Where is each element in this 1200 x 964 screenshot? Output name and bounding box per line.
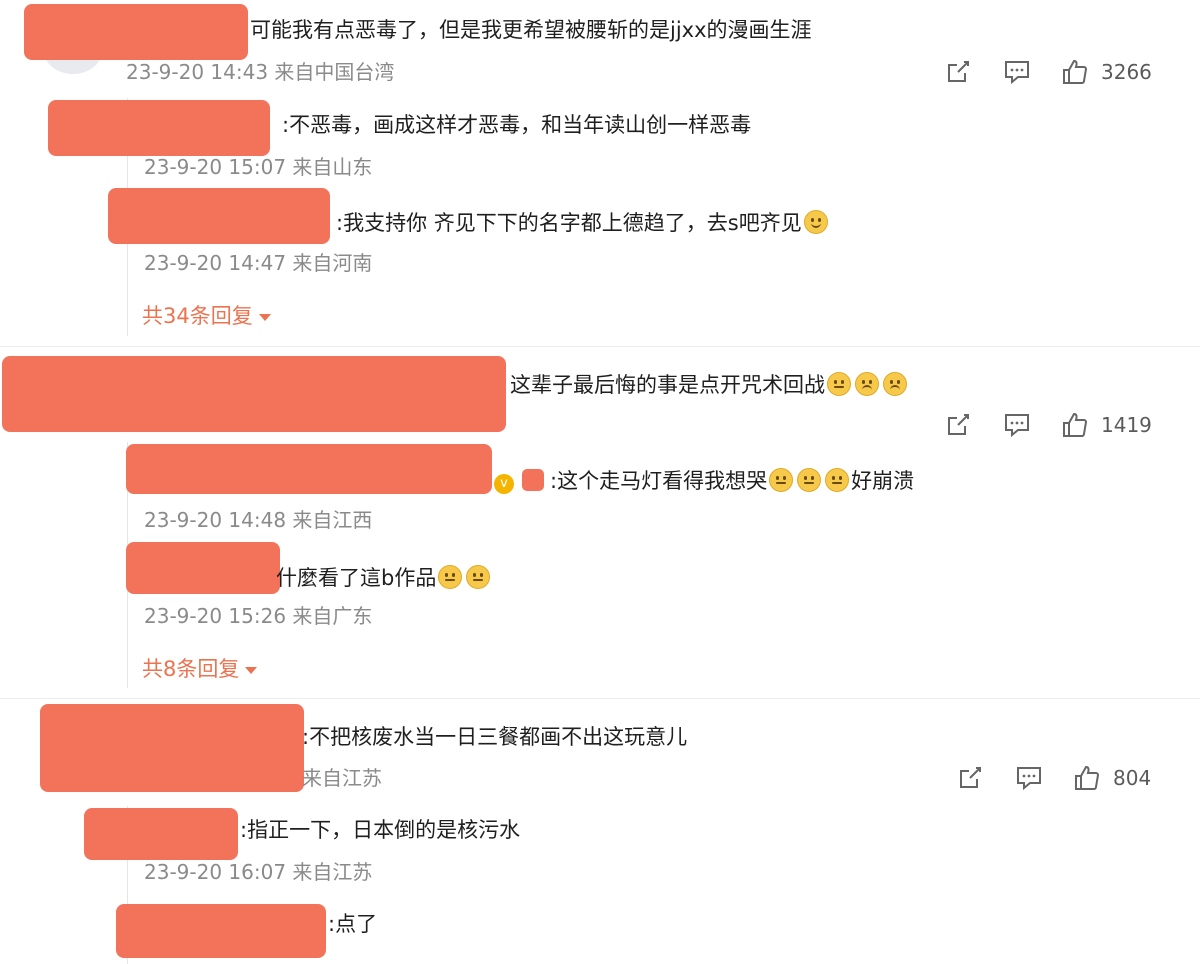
fan-badge-icon: [522, 469, 544, 491]
reply-text-content: 什麼看了這b作品: [276, 566, 437, 590]
share-button[interactable]: [944, 58, 972, 86]
zipper-mouth-emoji-icon: [825, 468, 850, 492]
verified-badge-icon: v: [494, 474, 514, 494]
divider: [0, 346, 1200, 347]
share-icon: [948, 61, 969, 82]
share-button[interactable]: [956, 764, 984, 792]
comment-text: 这辈子最后悔的事是点开咒术回战: [510, 372, 909, 396]
reply-text: :点了: [328, 912, 378, 936]
upside-down-emoji-icon: [855, 372, 879, 396]
comment-button[interactable]: [1003, 58, 1031, 86]
reply-meta: 23-9-20 16:07 来自江苏: [144, 860, 373, 884]
redacted-username: [126, 542, 280, 594]
divider: [0, 698, 1200, 699]
caret-down-icon: [258, 313, 271, 321]
redacted-username: [48, 100, 270, 156]
like-button[interactable]: 3266: [1061, 58, 1152, 86]
share-icon: [960, 767, 981, 788]
caret-down-icon: [245, 666, 258, 674]
like-button[interactable]: 1419: [1061, 411, 1152, 439]
like-count: 804: [1113, 766, 1152, 790]
comment-icon: [1005, 61, 1029, 85]
redacted-username: [40, 704, 304, 792]
comment-meta: 23-9-20 14:43 来自中国台湾: [126, 60, 395, 84]
redacted-username: [108, 188, 330, 244]
comment-icon: [1005, 414, 1029, 438]
redacted-username: [24, 4, 248, 60]
comment-text-content: 这辈子最后悔的事是点开咒术回战: [510, 373, 825, 397]
redacted-username: [116, 904, 326, 958]
more-replies-link[interactable]: 共34条回复: [142, 306, 271, 327]
zipper-mouth-emoji-icon: [797, 468, 822, 492]
like-count: 1419: [1101, 413, 1152, 437]
reply-meta: 23-9-20 15:07 来自山东: [144, 155, 373, 179]
reply-text: :我支持你 齐见下下的名字都上德趋了，去s吧齐见: [336, 210, 830, 234]
redacted-username: [2, 356, 506, 432]
more-replies-label: 共34条回复: [142, 304, 253, 328]
redacted-username: [126, 444, 492, 494]
zipper-mouth-emoji-icon: [466, 565, 491, 589]
comment-meta: 来自江苏: [302, 766, 382, 790]
share-button[interactable]: [944, 411, 972, 439]
more-replies-label: 共8条回复: [142, 657, 240, 681]
like-icon: [1075, 765, 1100, 790]
like-count: 3266: [1101, 60, 1152, 84]
zipper-mouth-emoji-icon: [438, 565, 463, 589]
comment-button[interactable]: [1015, 764, 1043, 792]
redacted-username: [84, 808, 238, 860]
reply-text-suffix: 好崩溃: [851, 469, 915, 493]
reply-meta: 23-9-20 14:48 来自江西: [144, 508, 373, 532]
reply-text-content: :这个走马灯看得我想哭: [550, 469, 768, 493]
more-replies-link[interactable]: 共8条回复: [142, 657, 258, 681]
reply-text: 什麼看了這b作品: [276, 565, 492, 589]
share-icon: [948, 414, 969, 435]
comment-button[interactable]: [1003, 411, 1031, 439]
comment-icon: [1017, 767, 1041, 791]
reply-text: :不恶毒，画成这样才恶毒，和当年读山创一样恶毒: [282, 113, 752, 137]
like-button[interactable]: 804: [1073, 764, 1151, 792]
reply-meta: 23-9-20 15:26 来自广东: [144, 604, 373, 628]
reply-text: v :这个走马灯看得我想哭 好崩溃: [494, 468, 914, 494]
zipper-mouth-emoji-icon: [827, 372, 851, 396]
like-icon: [1063, 59, 1088, 84]
comment-text: :不把核废水当一日三餐都画不出这玩意儿: [302, 725, 688, 749]
comment-text: 可能我有点恶毒了，但是我更希望被腰斩的是jjxx的漫画生涯: [250, 18, 812, 42]
reply-text: :指正一下，日本倒的是核污水: [240, 818, 521, 842]
reply-text-content: :我支持你 齐见下下的名字都上德趋了，去s吧齐见: [336, 211, 802, 235]
like-icon: [1063, 412, 1088, 437]
upside-down-emoji-icon: [883, 372, 907, 396]
zipper-mouth-emoji-icon: [769, 468, 794, 492]
smile-emoji-icon: [803, 210, 828, 234]
reply-meta: 23-9-20 14:47 来自河南: [144, 251, 373, 275]
